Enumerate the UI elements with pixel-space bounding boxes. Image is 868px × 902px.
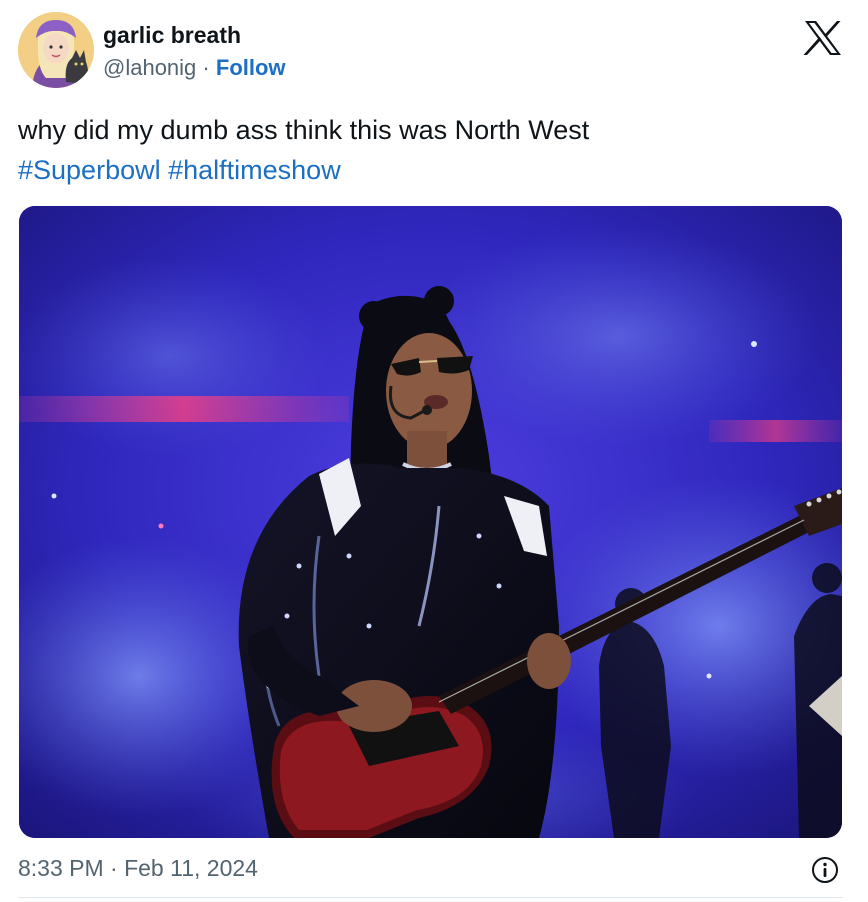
tweet-photo[interactable] (19, 206, 842, 838)
info-icon[interactable] (811, 856, 839, 884)
avatar-illustration (18, 12, 94, 88)
avatar[interactable] (18, 12, 94, 88)
handle-separator: · (202, 55, 216, 80)
hashtag-superbowl[interactable]: #Superbowl (18, 155, 161, 185)
hashtag-row: #Superbowl #halftimeshow (18, 150, 838, 190)
performer-photo (19, 206, 842, 838)
author-block: garlic breath @lahonig · Follow (103, 20, 286, 83)
author-handle-row: @lahonig · Follow (103, 53, 286, 83)
tweet-body: why did my dumb ass think this was North… (18, 115, 590, 145)
footer-divider (18, 897, 843, 898)
tweet-text: why did my dumb ass think this was North… (18, 110, 838, 190)
author-handle[interactable]: @lahonig (103, 55, 196, 80)
tweet-card: garlic breath @lahonig · Follow why did … (0, 0, 868, 902)
hashtag-halftimeshow[interactable]: #halftimeshow (168, 155, 341, 185)
tweet-timestamp[interactable]: 8:33 PM · Feb 11, 2024 (18, 853, 258, 883)
follow-button[interactable]: Follow (216, 55, 286, 80)
x-logo-icon[interactable] (803, 20, 843, 56)
author-display-name[interactable]: garlic breath (103, 20, 286, 50)
